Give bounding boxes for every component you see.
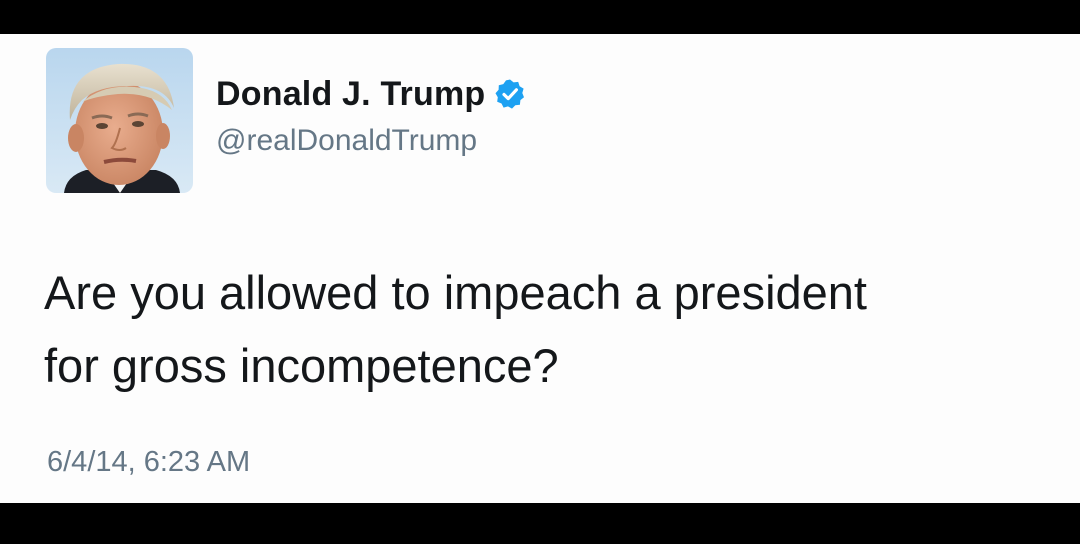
bottom-black-bar <box>0 503 1080 544</box>
tweet-card: Donald J. Trump @realDonaldTrump Are you… <box>0 34 1080 503</box>
top-black-bar <box>0 0 1080 34</box>
profile-photo <box>46 48 193 193</box>
author-name-row: Donald J. Trump <box>216 72 526 116</box>
tweet-text: Are you allowed to impeach a president f… <box>44 266 867 392</box>
display-name[interactable]: Donald J. Trump <box>216 75 485 114</box>
verified-badge-icon <box>494 78 526 110</box>
handle[interactable]: @realDonaldTrump <box>216 124 477 158</box>
timestamp[interactable]: 6/4/14, 6:23 AM <box>47 446 250 479</box>
avatar[interactable] <box>46 48 193 193</box>
